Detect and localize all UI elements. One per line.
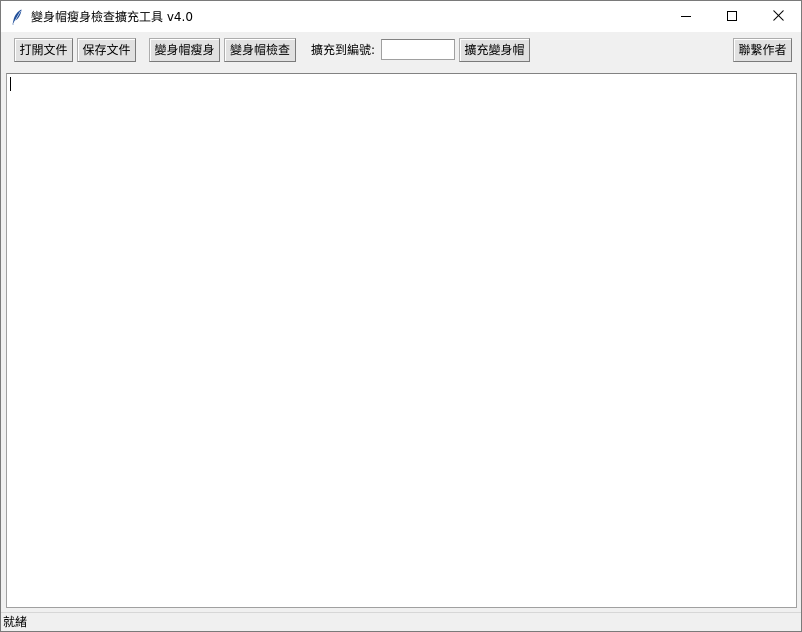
check-hat-button[interactable]: 變身帽檢查 [224,38,296,62]
contact-author-button[interactable]: 聯繫作者 [733,38,792,62]
slim-hat-button[interactable]: 變身帽瘦身 [149,38,220,62]
save-file-button[interactable]: 保存文件 [77,38,136,62]
app-window: 變身帽瘦身檢查擴充工具 v4.0 打開文件 保存文件 變身帽瘦身 變身帽檢查 擴… [0,0,802,632]
text-editor[interactable] [6,73,797,608]
status-bar: 就緒 [1,612,801,631]
maximize-icon [727,10,737,24]
window-controls [663,1,801,32]
title-bar[interactable]: 變身帽瘦身檢查擴充工具 v4.0 [1,1,801,32]
expand-to-number-input[interactable] [381,39,455,60]
minimize-button[interactable] [663,1,709,32]
status-text: 就緒 [3,615,28,629]
close-icon [772,9,784,24]
toolbar: 打開文件 保存文件 變身帽瘦身 變身帽檢查 擴充到編號: 擴充變身帽 聯繫作者 [1,32,801,70]
minimize-icon [681,10,691,24]
expand-hat-button[interactable]: 擴充變身帽 [459,38,530,62]
open-file-button[interactable]: 打開文件 [14,38,73,62]
expand-to-label: 擴充到編號: [311,43,376,57]
maximize-button[interactable] [709,1,755,32]
close-button[interactable] [755,1,801,32]
feather-icon [10,9,24,25]
text-caret [10,77,11,91]
window-title: 變身帽瘦身檢查擴充工具 v4.0 [31,10,194,24]
